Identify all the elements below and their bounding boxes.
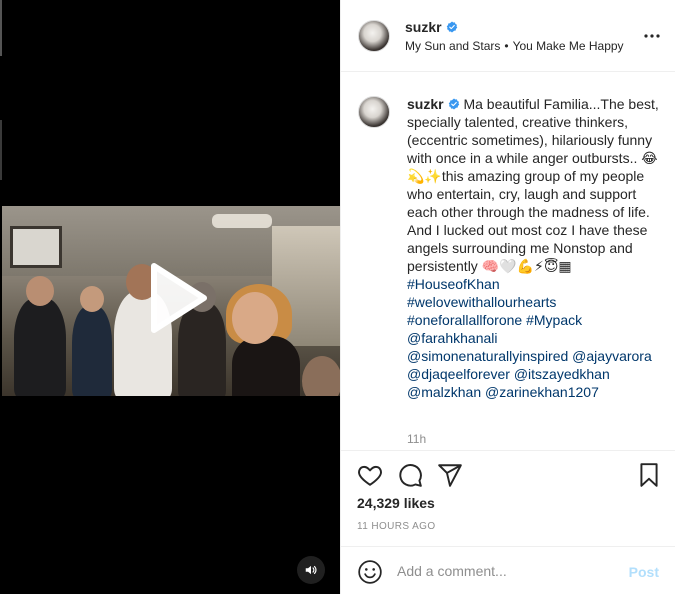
post-media[interactable]: [0, 0, 340, 594]
mention-link[interactable]: @malzkhan @zarinekhan1207: [407, 383, 662, 401]
caption-body: Ma beautiful Familia...The best, special…: [407, 96, 663, 274]
paper-plane-icon[interactable]: [437, 462, 463, 488]
avatar[interactable]: [358, 96, 390, 128]
comment-bar: Post: [341, 546, 675, 594]
caption-text: suzkr Ma beautiful Familia...The best, s…: [407, 95, 662, 401]
post-caption: suzkr Ma beautiful Familia...The best, s…: [341, 72, 675, 450]
likes-count[interactable]: 24,329 likes: [357, 495, 435, 511]
post-header: suzkr My Sun and Stars • You Make Me Happy: [341, 0, 675, 72]
video-ceiling-light: [212, 214, 272, 228]
action-bar: [341, 450, 675, 498]
audio-separator: •: [504, 39, 509, 53]
post-comment-button[interactable]: Post: [629, 564, 659, 580]
verified-badge-icon: [448, 98, 459, 110]
post-timestamp[interactable]: 11 HOURS AGO: [357, 521, 436, 532]
heart-icon[interactable]: [357, 462, 383, 488]
mention-link[interactable]: @djaqeelforever @itszayedkhan: [407, 365, 662, 383]
smiley-icon[interactable]: [357, 559, 383, 585]
comment-input[interactable]: [397, 561, 617, 581]
more-options-icon[interactable]: [644, 26, 660, 46]
audio-title[interactable]: You Make Me Happy: [513, 39, 624, 53]
video-person-head: [232, 292, 278, 344]
video-person: [14, 298, 66, 396]
video-person-head: [26, 276, 54, 306]
avatar[interactable]: [358, 20, 390, 52]
author-username[interactable]: suzkr: [405, 19, 458, 35]
hashtag-link[interactable]: #welovewithallourhearts: [407, 293, 662, 311]
bookmark-icon[interactable]: [636, 462, 662, 488]
audio-song[interactable]: My Sun and Stars: [405, 39, 500, 53]
comment-bubble-icon[interactable]: [397, 462, 423, 488]
video-person: [232, 336, 300, 396]
caption-username[interactable]: suzkr: [407, 96, 444, 112]
hashtag-link[interactable]: #oneforallallforone #Mypack: [407, 311, 662, 329]
media-edge: [0, 120, 2, 180]
mention-link[interactable]: @simonenaturallyinspired @ajayvarora: [407, 347, 662, 365]
author-username-text[interactable]: suzkr: [405, 19, 442, 35]
mention-link[interactable]: @farahkhanali: [407, 329, 662, 347]
video-person-head: [80, 286, 104, 312]
video-person: [72, 306, 112, 396]
hashtag-link[interactable]: #HouseofKhan: [407, 275, 662, 293]
caption-relative-time: 11h: [407, 432, 427, 446]
audio-subtitle[interactable]: My Sun and Stars • You Make Me Happy: [405, 39, 624, 53]
media-edge: [0, 0, 2, 56]
volume-icon[interactable]: [297, 556, 325, 584]
video-person: [302, 356, 340, 396]
video-wall-picture: [10, 226, 62, 268]
post-panel: suzkr My Sun and Stars • You Make Me Happy…: [340, 0, 675, 594]
verified-badge-icon: [446, 21, 457, 33]
play-icon[interactable]: [140, 262, 210, 334]
